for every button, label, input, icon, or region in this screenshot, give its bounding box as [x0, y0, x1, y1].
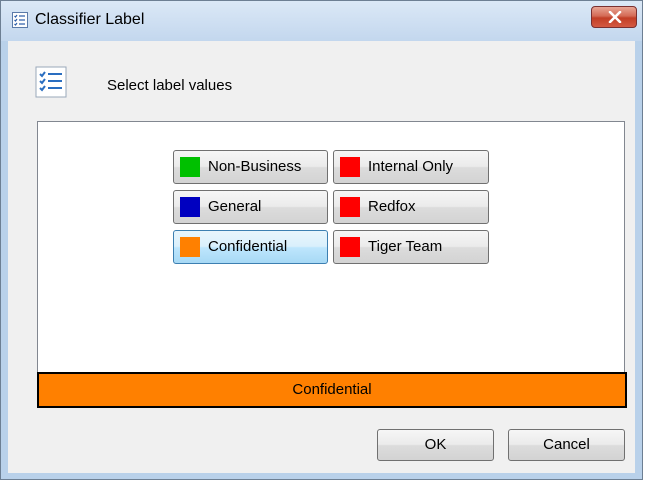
- selected-label-bar: Confidential: [37, 372, 627, 408]
- label-button-internal-only[interactable]: Internal Only: [333, 150, 489, 184]
- label-text: Confidential: [208, 238, 288, 255]
- label-text: Tiger Team: [368, 238, 443, 255]
- label-button-confidential[interactable]: Confidential: [173, 230, 328, 264]
- label-text: General: [208, 198, 262, 215]
- label-text: Redfox: [368, 198, 416, 215]
- instruction-text: Select label values: [107, 77, 233, 94]
- label-button-redfox[interactable]: Redfox: [333, 190, 489, 224]
- color-swatch: [180, 237, 200, 257]
- cancel-button[interactable]: Cancel: [508, 429, 625, 461]
- label-button-general[interactable]: General: [173, 190, 328, 224]
- color-swatch: [180, 197, 200, 217]
- color-swatch: [340, 197, 360, 217]
- close-icon: [608, 11, 622, 23]
- title-bar[interactable]: Classifier Label: [1, 1, 642, 41]
- label-text: Internal Only: [368, 158, 454, 175]
- ok-button[interactable]: OK: [377, 429, 494, 461]
- label-button-non-business[interactable]: Non-Business: [173, 150, 328, 184]
- color-swatch: [340, 157, 360, 177]
- checklist-icon: [35, 66, 67, 98]
- dialog-window: Classifier Label Select label values Non…: [0, 0, 643, 480]
- close-button[interactable]: [591, 6, 637, 28]
- color-swatch: [340, 237, 360, 257]
- window-title: Classifier Label: [35, 11, 145, 28]
- label-panel: Non-Business Internal Only General Redfo…: [37, 121, 625, 377]
- color-swatch: [180, 157, 200, 177]
- dialog-body: Select label values Non-Business Interna…: [8, 41, 635, 473]
- label-button-tiger-team[interactable]: Tiger Team: [333, 230, 489, 264]
- label-text: Non-Business: [208, 158, 302, 175]
- list-check-icon: [12, 12, 28, 28]
